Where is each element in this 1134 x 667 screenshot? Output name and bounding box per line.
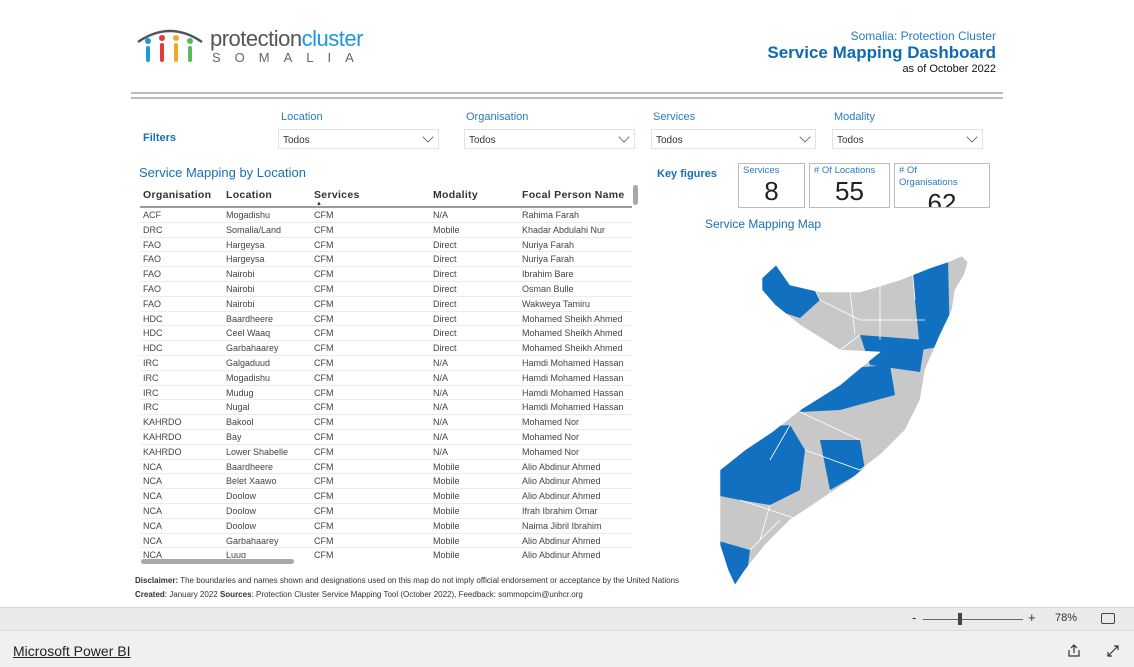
zoom-slider-handle[interactable] [958, 613, 962, 625]
power-bi-link[interactable]: Microsoft Power BI [13, 643, 130, 659]
footer-bar: Microsoft Power BI [0, 630, 1134, 667]
map-region-covered[interactable] [715, 425, 805, 505]
zoom-bar: - + 78% [0, 607, 1134, 630]
expand-icon[interactable] [1106, 644, 1120, 658]
zoom-level: 78% [1055, 612, 1078, 624]
share-icon[interactable] [1067, 644, 1081, 658]
report-canvas: protectioncluster SOMALIA Somalia: Prote… [0, 0, 1134, 607]
disclaimer-text: Disclaimer: The boundaries and names sho… [135, 576, 680, 585]
fit-to-page-icon[interactable] [1101, 613, 1115, 624]
zoom-in-button[interactable]: + [1028, 610, 1036, 625]
zoom-out-button[interactable]: - [912, 610, 916, 625]
sources-text: Created: January 2022 Sources: Protectio… [135, 590, 583, 599]
somalia-map[interactable] [0, 0, 1134, 607]
zoom-slider[interactable] [923, 619, 1023, 620]
